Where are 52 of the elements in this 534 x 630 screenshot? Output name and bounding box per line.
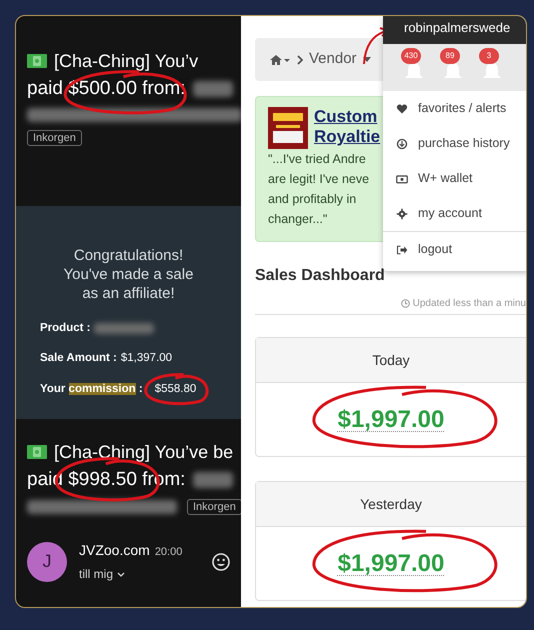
- quote-text: are legit! I've neve: [268, 171, 370, 188]
- menu-item[interactable]: my account: [383, 196, 526, 231]
- field-value: $558.80: [154, 382, 196, 396]
- quote-text: changer...": [268, 211, 328, 228]
- caret-icon[interactable]: [362, 57, 371, 62]
- sales-amount: $1,997.00: [338, 405, 444, 435]
- avatar: J: [27, 542, 67, 582]
- blurred-text: [94, 323, 154, 334]
- menu-item[interactable]: W+ wallet: [383, 161, 526, 196]
- clock-icon: [400, 299, 410, 308]
- email-time: 20:00: [154, 545, 182, 560]
- logout-icon: [396, 244, 408, 256]
- menu-item[interactable]: purchase history: [383, 126, 526, 161]
- blurred-text: [193, 81, 234, 97]
- update-status: Updated less than a minu: [412, 297, 526, 311]
- sales-amount: $1,997.00: [338, 549, 444, 579]
- card-header: Today: [256, 338, 526, 383]
- notification-badge: 89: [440, 48, 460, 64]
- menu-item[interactable]: logout: [383, 232, 526, 267]
- settings-icon: [396, 208, 408, 220]
- notification-badge: 3: [479, 48, 499, 64]
- card-header: Yesterday: [256, 482, 526, 527]
- menu-item[interactable]: favorites / alerts: [383, 91, 526, 126]
- quote-text: "...I've tried Andre: [268, 151, 366, 168]
- notification-badge: 430: [401, 48, 421, 64]
- download-icon: [396, 138, 408, 150]
- email-subject[interactable]: [Cha-Ching] You’v: [54, 48, 198, 74]
- chevron-right-icon: [297, 54, 303, 64]
- username-label[interactable]: robinpalmerswede: [383, 16, 526, 44]
- blurred-text: [193, 472, 234, 488]
- inbox-label: Inkorgen: [27, 130, 82, 146]
- email-subject[interactable]: [Cha-Ching] You’ve be: [54, 439, 234, 465]
- field-label: Product :: [40, 321, 90, 336]
- congratulations-text: Congratulations! You've made a sale as an affiliate!: [62, 246, 194, 303]
- home-icon[interactable]: [269, 54, 291, 66]
- money-icon: [27, 54, 47, 68]
- sender-name: JVZoo.com: [79, 541, 150, 560]
- quote-text: and profitably in: [268, 191, 356, 208]
- emoji-icon[interactable]: [212, 552, 230, 570]
- field-label: Sale Amount :: [40, 351, 117, 366]
- deal-title-link[interactable]: Royaltie: [314, 127, 380, 147]
- wallet-icon: [396, 172, 408, 184]
- field-value: $1,397.00: [120, 351, 172, 366]
- chevron-down-icon[interactable]: [117, 572, 126, 576]
- deal-logo: [268, 107, 308, 149]
- money-icon: [27, 445, 47, 459]
- heart-icon: [396, 102, 408, 114]
- dashboard-title: Sales Dashboard: [255, 266, 385, 286]
- breadcrumb-link[interactable]: Vendor: [309, 48, 357, 71]
- deal-title-link[interactable]: Custom: [314, 107, 380, 127]
- field-label: Your commission :: [40, 382, 143, 396]
- recipient-label: till mig: [79, 566, 114, 583]
